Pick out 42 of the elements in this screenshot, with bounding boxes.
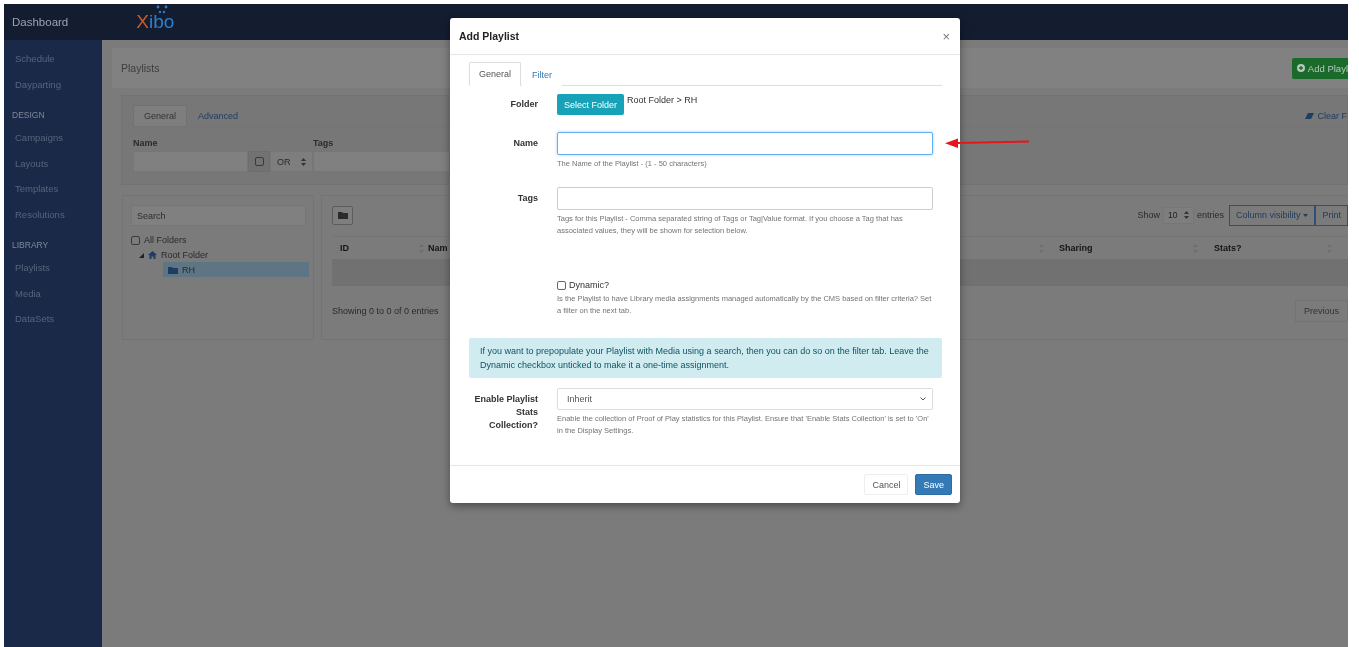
criteria-tab[interactable]: General xyxy=(133,105,188,126)
clear-filter-link[interactable]: Clear F xyxy=(1305,111,1347,126)
field-label: Tags xyxy=(516,192,538,205)
column-header[interactable]: Sharing xyxy=(1044,243,1198,253)
pager-button[interactable]: Previous xyxy=(1295,300,1348,322)
tree-item[interactable]: Root Folder xyxy=(161,250,209,260)
filter-label: Name xyxy=(133,138,159,150)
column-header[interactable]: Stats? xyxy=(1198,243,1348,253)
dialog-tab[interactable]: General xyxy=(469,62,522,86)
select-folder-button[interactable]: Select Folder xyxy=(557,94,625,115)
field-label: Enable Playlist Stats Collection? xyxy=(473,393,538,432)
save-button[interactable]: Save xyxy=(915,474,952,495)
sidebar-item[interactable]: Media xyxy=(4,283,102,309)
column-header[interactable]: ID xyxy=(332,243,424,253)
length-select[interactable]: 10 xyxy=(1162,206,1194,224)
column-visibility-button[interactable]: Column visibility xyxy=(1228,204,1316,226)
info-alert: If you want to prepopulate your Playlist with Media using a search, then you can do so on the filter tab. Leave the Dynamic checkbox unticked to make it a one-time assignment. xyxy=(469,338,942,378)
cancel-button[interactable]: Cancel xyxy=(864,474,909,495)
column-header[interactable]: Nam xyxy=(424,243,448,253)
field-label: Folder xyxy=(509,98,538,111)
logo: Xibo xyxy=(136,11,175,33)
tree-label: All Folders xyxy=(144,235,187,245)
criteria-tab[interactable]: Advanced xyxy=(187,105,250,126)
dialog-title: Add Playlist xyxy=(459,30,520,42)
length-label: entries xyxy=(1196,210,1224,220)
tree-item[interactable]: RH xyxy=(163,262,309,277)
print-button[interactable]: Print xyxy=(1315,204,1348,226)
add-playlist-button[interactable]: Add Playl xyxy=(1291,57,1348,79)
page-title: Playlists xyxy=(121,62,160,74)
close-button[interactable]: × xyxy=(942,28,950,44)
folder-path: Root Folder > RH xyxy=(627,94,698,106)
table-info: Showing 0 to 0 of 0 entries xyxy=(332,306,439,316)
checkbox-label: Dynamic? xyxy=(569,280,609,290)
operator-select[interactable]: OR xyxy=(270,151,313,172)
field-label: Name xyxy=(512,137,538,150)
filter-label: Tags xyxy=(313,138,335,150)
stats-select[interactable]: Inherit xyxy=(557,388,933,410)
brand-link[interactable]: Dashboard xyxy=(12,16,69,28)
sidebar-heading: DESIGN xyxy=(11,109,46,122)
sidebar-heading: LIBRARY xyxy=(11,239,50,252)
folder-search-field[interactable]: Search xyxy=(131,205,306,226)
length-label: Show xyxy=(1137,210,1160,220)
